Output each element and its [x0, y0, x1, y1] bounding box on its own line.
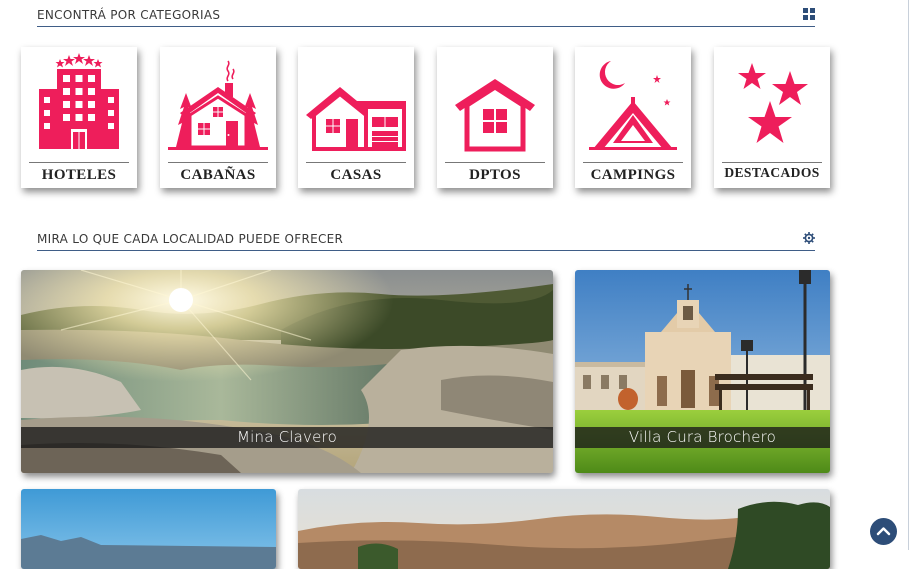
localities-header: MIRA LO QUE CADA LOCALIDAD PUEDE OFRECER [37, 224, 815, 251]
category-card-houses[interactable]: CASAS [298, 47, 414, 188]
scroll-to-top-button[interactable] [870, 518, 897, 545]
house-icon [306, 87, 406, 151]
category-label: CABAÑAS [180, 167, 256, 183]
tent-icon [589, 61, 677, 150]
card-divider [722, 162, 822, 163]
page-edge-divider [908, 0, 909, 550]
locality-photo [21, 489, 276, 569]
hotel-icon [39, 53, 119, 149]
localities-title: MIRA LO QUE CADA LOCALIDAD PUEDE OFRECER [37, 232, 344, 246]
category-label: DESTACADOS [724, 165, 820, 180]
locality-name: Villa Cura Brochero [575, 427, 830, 448]
category-card-apartments[interactable]: DPTOS [437, 47, 553, 188]
locality-card-lake[interactable] [21, 489, 276, 569]
gear-icon [803, 232, 815, 244]
category-card-hotels[interactable]: HOTELES [21, 47, 137, 188]
card-divider [583, 162, 683, 163]
card-divider [445, 162, 545, 163]
locality-card-mina-clavero[interactable]: Mina Clavero [21, 270, 553, 473]
locality-name: Mina Clavero [21, 427, 553, 448]
stars-icon [738, 63, 808, 143]
category-card-featured[interactable]: DESTACADOS [714, 47, 830, 188]
category-card-campings[interactable]: CAMPINGS [575, 47, 691, 188]
category-label: CAMPINGS [590, 167, 676, 183]
grid-icon [803, 8, 815, 20]
categories-header: ENCONTRÁ POR CATEGORIAS [37, 0, 815, 27]
apartment-icon [455, 79, 535, 152]
card-divider [29, 162, 129, 163]
locality-photo [298, 489, 830, 569]
category-label: CASAS [330, 167, 382, 183]
card-divider [306, 162, 406, 163]
category-label: DPTOS [469, 167, 521, 183]
cabin-icon [168, 60, 268, 150]
locality-card-villa-cura-brochero[interactable]: Villa Cura Brochero [575, 270, 830, 473]
locality-card-valley[interactable] [298, 489, 830, 569]
card-divider [168, 162, 268, 163]
category-card-cabins[interactable]: CABAÑAS [160, 47, 276, 188]
category-label: HOTELES [41, 167, 117, 183]
categories-title: ENCONTRÁ POR CATEGORIAS [37, 8, 221, 22]
chevron-up-icon [876, 527, 891, 536]
